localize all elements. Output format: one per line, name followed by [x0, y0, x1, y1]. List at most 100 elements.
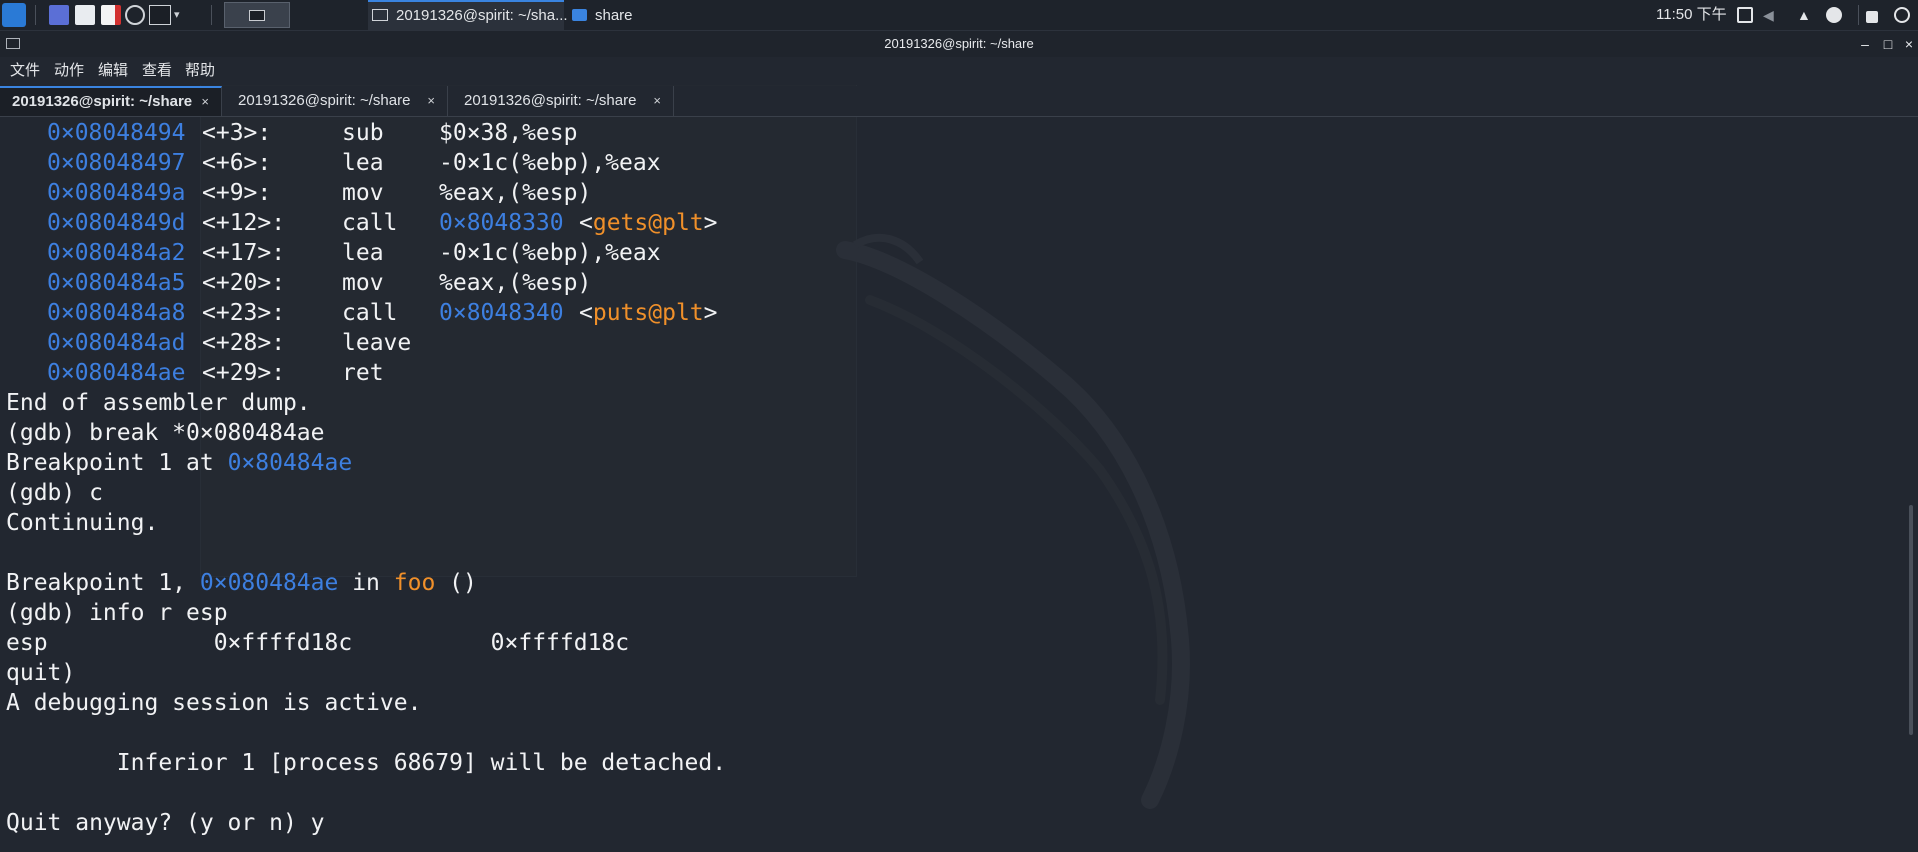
terminal-icon: [372, 9, 388, 21]
tab-label: 20191326@spirit: ~/share: [12, 93, 193, 110]
asm-opcode: call: [342, 300, 398, 326]
taskbar-item-label: share: [595, 6, 633, 24]
tab-close-icon[interactable]: ×: [427, 86, 435, 116]
asm-symbol-name: gets@plt: [592, 210, 704, 236]
breakpoint-address: 0×80484ae: [227, 450, 353, 476]
asm-address: 0×080484ae: [47, 360, 186, 386]
asm-operands: -0×1c(%ebp),%eax: [439, 150, 661, 176]
asm-opcode: ret: [342, 360, 384, 386]
asm-address: 0×0804849a: [47, 180, 186, 206]
terminal-launcher-icon[interactable]: [149, 5, 171, 25]
terminal-prompt-line: Quit anyway? (y or n) y: [6, 810, 325, 836]
asm-offset: <+6>:: [202, 150, 272, 176]
gdb-command-line: (gdb) info r esp: [6, 600, 228, 626]
asm-call-target: 0×8048330: [439, 210, 564, 236]
tab-terminal-3[interactable]: 20191326@spirit: ~/share ×: [452, 86, 674, 116]
web-browser-icon[interactable]: [125, 5, 145, 25]
tab-terminal-1[interactable]: 20191326@spirit: ~/share ×: [0, 86, 222, 116]
maximize-button[interactable]: □: [1878, 31, 1898, 57]
asm-address: 0×08048494: [47, 120, 186, 146]
folder-icon: [572, 9, 587, 21]
asm-address: 0×08048497: [47, 150, 186, 176]
terminal-output[interactable]: 0×08048494 <+3>: sub $0×38,%esp 0×08048497 <…: [0, 118, 1900, 852]
tab-bar: 20191326@spirit: ~/share × 20191326@spir…: [0, 86, 1918, 117]
terminal-scrollbar[interactable]: [1909, 505, 1913, 735]
taskbar-item-label: 20191326@spirit: ~/sha...: [396, 6, 568, 24]
asm-operands: $0×38,%esp: [439, 120, 578, 146]
asm-offset: <+28>:: [202, 330, 286, 356]
breakpoint-text: Breakpoint 1 at: [6, 450, 228, 476]
tab-close-icon[interactable]: ×: [653, 86, 661, 116]
asm-offset: <+12>:: [202, 210, 286, 236]
active-task-indicator: [368, 0, 564, 2]
asm-offset: <+23>:: [202, 300, 286, 326]
asm-call-target: 0×8048340: [439, 300, 564, 326]
show-desktop-icon[interactable]: [49, 5, 69, 25]
notification-bell-icon[interactable]: ▲: [1797, 7, 1813, 23]
terminal-line: quit): [6, 660, 76, 686]
terminal-window-icon: [6, 38, 20, 49]
terminal-line: End of assembler dump.: [6, 390, 311, 416]
function-name: foo: [393, 570, 436, 596]
asm-symbol: <puts@plt>: [579, 300, 718, 326]
terminal-line: Breakpoint 1, 0×080484ae in foo (): [6, 568, 477, 598]
display-icon[interactable]: [1737, 7, 1753, 23]
clock[interactable]: 11:50 下午: [1656, 0, 1727, 30]
panel-separator: [35, 5, 36, 25]
window-title-bar[interactable]: 20191326@spirit: ~/share – □ ×: [0, 31, 1918, 57]
asm-opcode: leave: [342, 330, 412, 356]
window-title: 20191326@spirit: ~/share: [884, 36, 1034, 51]
asm-offset: <+9>:: [202, 180, 272, 206]
gdb-command-line: (gdb) c: [6, 480, 103, 506]
asm-symbol-name: puts@plt: [592, 300, 704, 326]
chevron-down-icon[interactable]: ▾: [174, 5, 184, 25]
kali-menu-icon[interactable]: [2, 3, 26, 27]
panel-separator: [1858, 5, 1859, 25]
workspace-switcher[interactable]: [224, 2, 290, 28]
lock-icon[interactable]: [1866, 11, 1878, 23]
menu-view[interactable]: 查看: [142, 57, 172, 85]
asm-address: 0×080484a5: [47, 270, 186, 296]
menu-help[interactable]: 帮助: [185, 57, 215, 85]
taskbar-item-folder[interactable]: share: [570, 0, 670, 30]
breakpoint-hit-in: in: [338, 570, 394, 596]
menu-file[interactable]: 文件: [10, 57, 40, 85]
tab-label: 20191326@spirit: ~/share: [464, 92, 637, 109]
asm-opcode: call: [342, 210, 398, 236]
terminal-line: Breakpoint 1 at 0×80484ae: [6, 448, 352, 478]
taskbar-item-terminal[interactable]: 20191326@spirit: ~/sha...: [368, 0, 568, 30]
asm-offset: <+29>:: [202, 360, 286, 386]
text-editor-icon[interactable]: [101, 5, 121, 25]
tab-terminal-2[interactable]: 20191326@spirit: ~/share ×: [226, 86, 448, 116]
tab-close-icon[interactable]: ×: [201, 88, 209, 115]
asm-opcode: sub: [342, 120, 384, 146]
asm-offset: <+3>:: [202, 120, 272, 146]
asm-opcode: lea: [342, 150, 384, 176]
breakpoint-hit-tail: (): [435, 570, 477, 596]
power-icon[interactable]: [1826, 7, 1842, 23]
close-button[interactable]: ×: [1899, 31, 1918, 57]
asm-address: 0×0804849d: [47, 210, 186, 236]
panel-separator: [211, 5, 212, 25]
top-panel: ▾ 20191326@spirit: ~/sha... share 11:50 …: [0, 0, 1918, 31]
asm-address: 0×080484ad: [47, 330, 186, 356]
terminal-line: Continuing.: [6, 510, 159, 536]
asm-opcode: lea: [342, 240, 384, 266]
menu-actions[interactable]: 动作: [54, 57, 84, 85]
asm-opcode: mov: [342, 180, 384, 206]
asm-opcode: mov: [342, 270, 384, 296]
menu-edit[interactable]: 编辑: [98, 57, 128, 85]
menu-bar: 文件 动作 编辑 查看 帮助: [0, 57, 1918, 85]
asm-operands: -0×1c(%ebp),%eax: [439, 240, 661, 266]
asm-operands: %eax,(%esp): [439, 180, 592, 206]
asm-symbol: <gets@plt>: [579, 210, 718, 236]
volume-muted-icon[interactable]: ◀: [1763, 7, 1779, 23]
logout-icon[interactable]: [1894, 7, 1910, 23]
minimize-button[interactable]: –: [1855, 31, 1875, 57]
terminal-line: A debugging session is active.: [6, 690, 422, 716]
register-output-line: esp 0×ffffd18c 0×ffffd18c: [6, 630, 630, 656]
asm-address: 0×080484a8: [47, 300, 186, 326]
file-manager-icon[interactable]: [75, 5, 95, 25]
breakpoint-hit-address: 0×080484ae: [199, 570, 339, 596]
workspace-window-preview-icon: [249, 10, 265, 21]
